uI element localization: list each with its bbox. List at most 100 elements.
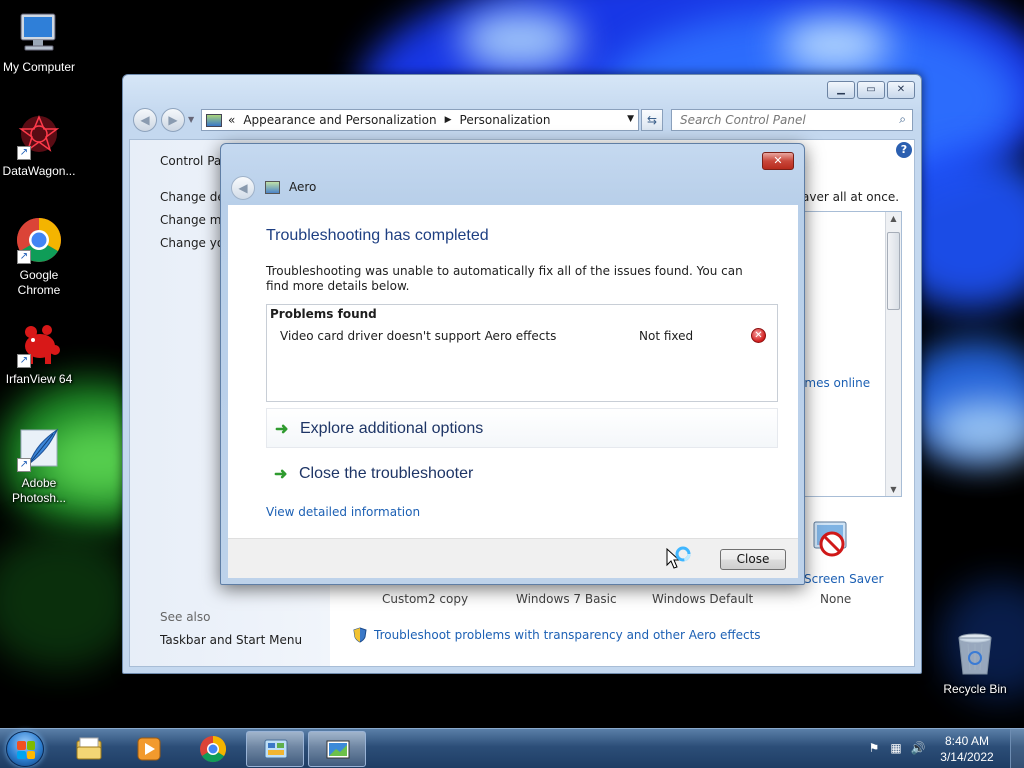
clock[interactable]: 8:40 AM 3/14/2022 [932, 733, 1002, 765]
action-center-icon[interactable]: ⚑ [866, 741, 882, 757]
close-troubleshooter-label: Close the troubleshooter [299, 465, 474, 482]
back-button[interactable]: ◀ [133, 108, 157, 132]
error-icon: ✕ [751, 328, 766, 343]
change-mouse-pointers-link[interactable]: Change mouse pointers [160, 213, 222, 227]
forward-button[interactable]: ▶ [161, 108, 185, 132]
desktop-icon-label: DataWagon... [2, 164, 76, 178]
system-tray: ⚑ ▦ 🔊 8:40 AM 3/14/2022 [854, 729, 1024, 768]
dialog-footer: Close [228, 538, 798, 578]
change-desktop-icons-link[interactable]: Change desktop icons [160, 190, 222, 204]
troubleshooter-icon [324, 736, 352, 764]
breadcrumb-separator-icon[interactable]: ▶ [445, 115, 452, 125]
chrome-icon: ↗ [15, 216, 63, 264]
desktop-icon-label: Recycle Bin [943, 682, 1007, 696]
explore-additional-options-link[interactable]: ➜ Explore additional options [266, 408, 778, 448]
breadcrumb-back[interactable]: « [228, 113, 235, 127]
change-account-picture-link[interactable]: Change your account picture [160, 236, 222, 250]
refresh-button[interactable]: ⇆ [641, 109, 663, 131]
control-panel-icon [206, 113, 222, 127]
search-icon: ⌕ [899, 112, 906, 126]
desktop-icon-irfanview[interactable]: ↗ IrfanView 64 [0, 320, 78, 387]
problem-name: Video card driver doesn't support Aero e… [280, 329, 557, 343]
shortcut-arrow-icon: ↗ [17, 458, 31, 472]
breadcrumb-personalization[interactable]: Personalization [460, 113, 551, 127]
desktop-icon-my-computer[interactable]: My Computer [0, 8, 78, 75]
screen-saver-value: None [820, 592, 852, 606]
folder-icon [75, 735, 103, 763]
intro-text-fragment: aver all at once. [802, 190, 900, 204]
datawagon-icon: ↗ [15, 112, 63, 160]
control-panel-home-link[interactable]: Control Panel Home [160, 154, 222, 168]
taskbar: ⚑ ▦ 🔊 8:40 AM 3/14/2022 [0, 728, 1024, 768]
minimize-button[interactable]: ▁ [827, 81, 855, 99]
close-button[interactable]: Close [720, 549, 786, 570]
media-player-icon [135, 735, 163, 763]
explore-label: Explore additional options [300, 420, 484, 437]
shortcut-arrow-icon: ↗ [17, 354, 31, 368]
desktop-icon-datawagon[interactable]: ↗ DataWagon... [0, 112, 78, 179]
desktop-icon-label: My Computer [2, 60, 76, 74]
taskbar-media-player[interactable] [120, 731, 178, 767]
desktop-icon-recycle-bin[interactable]: Recycle Bin [936, 630, 1014, 697]
busy-cursor-icon [665, 545, 695, 575]
get-more-themes-online-link[interactable]: emes online [797, 376, 870, 390]
green-arrow-icon: ➜ [275, 421, 289, 438]
view-detailed-information-link[interactable]: View detailed information [266, 505, 420, 519]
troubleshoot-aero-link[interactable]: Troubleshoot problems with transparency … [374, 628, 761, 642]
shortcut-arrow-icon: ↗ [17, 146, 31, 160]
start-button[interactable] [6, 731, 44, 767]
problems-found-header: Problems found [270, 307, 377, 321]
theme-windows-default[interactable]: Windows Default [652, 592, 753, 606]
taskbar-start-menu-link[interactable]: Taskbar and Start Menu [160, 633, 302, 647]
recycle-bin-icon [951, 630, 999, 678]
maximize-button[interactable]: ▭ [857, 81, 885, 99]
taskbar-control-panel[interactable] [246, 731, 304, 767]
address-dropdown-icon[interactable]: ▼ [627, 114, 634, 124]
green-arrow-icon: ➜ [274, 466, 288, 483]
desktop-icon-google-chrome[interactable]: ↗ Google Chrome [0, 216, 78, 298]
desktop-icon-adobe-photoshop[interactable]: ↗ Adobe Photosh... [0, 424, 78, 506]
chrome-icon [199, 735, 227, 763]
window-controls: ▁ ▭ ✕ [827, 81, 915, 99]
aero-troubleshooter-icon [265, 181, 280, 194]
address-bar[interactable]: « Appearance and Personalization ▶ Perso… [201, 109, 639, 131]
screen-saver-icon[interactable] [810, 518, 852, 560]
recent-pages-arrow-icon[interactable]: ▼ [188, 115, 194, 124]
screen-saver-label[interactable]: Screen Saver [804, 572, 883, 586]
control-panel-icon [262, 736, 290, 764]
taskbar-explorer[interactable] [60, 731, 118, 767]
search-placeholder: Search Control Panel [680, 113, 806, 127]
problem-status: Not fixed [639, 329, 694, 343]
network-icon[interactable]: ▦ [888, 741, 904, 757]
dialog-description: Troubleshooting was unable to automatica… [266, 264, 743, 293]
help-icon[interactable]: ? [896, 142, 912, 158]
address-row: ◀ ▶ ▼ « Appearance and Personalization ▶… [131, 107, 913, 133]
irfanview-icon: ↗ [15, 320, 63, 368]
close-window-button[interactable]: ✕ [887, 81, 915, 99]
shield-icon [352, 627, 368, 643]
search-input[interactable]: Search Control Panel ⌕ [671, 109, 913, 131]
taskbar-chrome[interactable] [184, 731, 242, 767]
theme-custom2-copy[interactable]: Custom2 copy [382, 592, 468, 606]
desktop-icon-label: Adobe Photosh... [11, 476, 67, 505]
scroll-down-icon[interactable]: ▼ [886, 485, 901, 494]
scroll-up-icon[interactable]: ▲ [886, 214, 901, 223]
theme-windows7-basic[interactable]: Windows 7 Basic [516, 592, 617, 606]
taskbar-aero-troubleshooter[interactable] [308, 731, 366, 767]
see-also-heading: See also [160, 610, 211, 624]
troubleshooter-dialog[interactable]: ✕ ◀ Aero Troubleshooting has completed T… [220, 143, 805, 585]
theme-list-scrollbar[interactable]: ▲ ▼ [885, 212, 901, 496]
dialog-title: Aero [289, 180, 317, 194]
dialog-back-button[interactable]: ◀ [231, 176, 255, 200]
clock-date: 3/14/2022 [940, 750, 994, 764]
dialog-heading: Troubleshooting has completed [266, 227, 489, 244]
breadcrumb-appearance[interactable]: Appearance and Personalization [243, 113, 436, 127]
show-desktop-button[interactable] [1010, 729, 1024, 768]
desktop-icon-label: Google Chrome [17, 268, 61, 297]
scroll-thumb[interactable] [887, 232, 900, 310]
dialog-close-x-button[interactable]: ✕ [762, 152, 794, 170]
volume-icon[interactable]: 🔊 [910, 741, 926, 757]
windows-logo-icon [17, 741, 35, 759]
problems-found-box: Problems found Video card driver doesn't… [266, 304, 778, 402]
close-troubleshooter-link[interactable]: ➜ Close the troubleshooter [266, 454, 778, 494]
